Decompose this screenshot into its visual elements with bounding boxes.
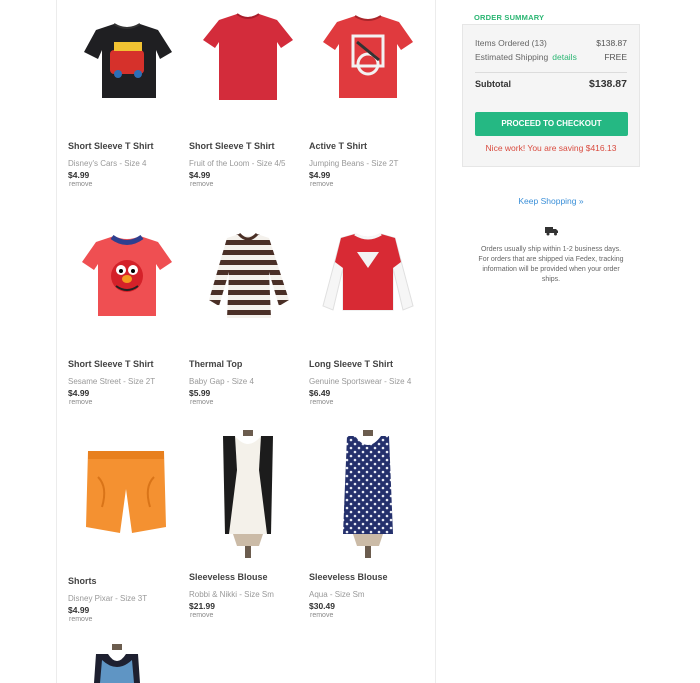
product-brand-size: Genuine Sportswear - Size 4 xyxy=(309,377,412,386)
order-summary-box: Items Ordered (13) $138.87 Estimated Shi… xyxy=(462,24,640,167)
summary-divider xyxy=(475,72,627,73)
subtotal-value: $138.87 xyxy=(589,78,627,90)
product-price: $21.99 xyxy=(189,601,215,611)
product-image-orange-shorts[interactable] xyxy=(68,447,186,559)
product-price: $30.49 xyxy=(309,601,335,611)
remove-link[interactable]: remove xyxy=(69,399,92,406)
product-brand-size: Disney Pixar - Size 3T xyxy=(68,594,148,603)
product-image-red-elmo-tshirt[interactable] xyxy=(68,230,186,342)
product-name[interactable]: Short Sleeve T Shirt xyxy=(68,359,154,369)
items-ordered-row: Items Ordered (13) $138.87 xyxy=(475,38,627,48)
remove-link[interactable]: remove xyxy=(310,612,333,619)
product-name[interactable]: Active T Shirt xyxy=(309,141,367,151)
product-price: $4.99 xyxy=(189,170,211,180)
product-brand-size: Disney's Cars - Size 4 xyxy=(68,159,147,168)
proceed-to-checkout-button[interactable]: PROCEED TO CHECKOUT xyxy=(475,112,628,136)
remove-link[interactable]: remove xyxy=(190,399,213,406)
product-name[interactable]: Short Sleeve T Shirt xyxy=(68,141,154,151)
savings-message: Nice work! You are saving $416.13 xyxy=(485,143,617,153)
product-price: $6.49 xyxy=(309,388,331,398)
product-image-partial[interactable] xyxy=(68,640,186,683)
product-image-red-longsleeve-tshirt[interactable] xyxy=(309,230,427,342)
product-image-red-plain-tshirt[interactable] xyxy=(189,12,307,124)
remove-link[interactable]: remove xyxy=(310,181,333,188)
order-summary-title: ORDER SUMMARY xyxy=(474,13,545,22)
product-name[interactable]: Short Sleeve T Shirt xyxy=(189,141,275,151)
remove-link[interactable]: remove xyxy=(69,616,92,623)
product-price: $4.99 xyxy=(68,605,90,615)
product-price: $4.99 xyxy=(68,170,90,180)
left-divider xyxy=(56,0,57,683)
remove-link[interactable]: remove xyxy=(69,181,92,188)
product-brand-size: Jumping Beans - Size 2T xyxy=(309,159,399,168)
truck-icon xyxy=(545,227,558,236)
product-name[interactable]: Sleeveless Blouse xyxy=(309,572,388,582)
product-image-red-graphic-tshirt[interactable] xyxy=(309,12,427,124)
product-brand-size: Baby Gap - Size 4 xyxy=(189,377,254,386)
keep-shopping-link[interactable]: Keep Shopping » xyxy=(462,196,640,206)
product-image-navy-print-blouse[interactable] xyxy=(309,430,427,560)
shipping-value: FREE xyxy=(604,52,627,62)
product-name[interactable]: Shorts xyxy=(68,576,97,586)
product-name[interactable]: Long Sleeve T Shirt xyxy=(309,359,393,369)
product-brand-size: Fruit of the Loom - Size 4/5 xyxy=(189,159,286,168)
product-image-striped-thermal-top[interactable] xyxy=(189,230,307,342)
product-brand-size: Sesame Street - Size 2T xyxy=(68,377,156,386)
product-price: $5.99 xyxy=(189,388,211,398)
remove-link[interactable]: remove xyxy=(190,612,213,619)
column-divider xyxy=(435,0,436,683)
subtotal-row: Subtotal $138.87 xyxy=(475,78,627,90)
subtotal-label: Subtotal xyxy=(475,79,511,89)
remove-link[interactable]: remove xyxy=(310,399,333,406)
items-ordered-value: $138.87 xyxy=(596,38,627,48)
product-image-black-white-blouse[interactable] xyxy=(189,430,307,560)
shipping-label: Estimated Shipping xyxy=(475,52,549,62)
product-brand-size: Aqua - Size Sm xyxy=(309,590,365,599)
remove-link[interactable]: remove xyxy=(190,181,213,188)
product-price: $4.99 xyxy=(309,170,331,180)
product-name[interactable]: Sleeveless Blouse xyxy=(189,572,268,582)
cart-item xyxy=(68,640,186,683)
items-ordered-label: Items Ordered (13) xyxy=(475,38,547,48)
shipping-row: Estimated Shipping details FREE xyxy=(475,52,627,62)
shipping-note: Orders usually ship within 1-2 business … xyxy=(478,246,624,283)
shipping-details-link[interactable]: details xyxy=(552,52,577,62)
product-brand-size: Robbi & Nikki - Size Sm xyxy=(189,590,274,599)
product-image-black-cars-tshirt[interactable] xyxy=(68,12,186,124)
product-price: $4.99 xyxy=(68,388,90,398)
product-name[interactable]: Thermal Top xyxy=(189,359,242,369)
